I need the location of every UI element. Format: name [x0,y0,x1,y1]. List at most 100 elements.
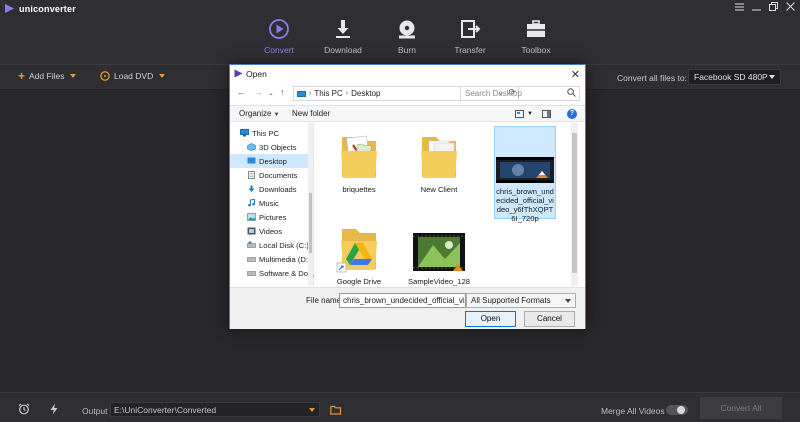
tree-item-desktop[interactable]: Desktop [230,154,314,168]
nav-toolbox[interactable]: Toolbox [504,18,568,55]
organize-button[interactable]: Organize ▼ [239,109,279,118]
file-item-samplevideo[interactable]: SampleVideo_128 [408,219,470,286]
chevron-down-icon[interactable] [70,74,77,78]
file-item-chris-brown-video[interactable]: chris_brown_undecided_official_video_y6f… [494,126,556,223]
tree-item-software-docs[interactable]: Software & Docu [230,266,314,280]
tree-item-label: Software & Docu [259,268,314,278]
chevron-down-icon[interactable] [159,74,166,78]
nav-transfer-label: Transfer [454,45,486,55]
main-nav: Convert Download Burn Transfer Toolbox [0,0,800,64]
tree-item-videos[interactable]: Videos [230,224,314,238]
pc-icon [240,129,249,137]
new-folder-button[interactable]: New folder [292,109,330,118]
navigation-pane: This PC 3D Objects Desktop Documents Dow… [230,123,314,286]
video-thumbnail-icon [496,157,554,183]
file-name: briquettes [342,185,376,194]
merge-all-videos-label: Merge All Videos [601,406,665,416]
nav-download-label: Download [324,45,362,55]
documents-icon [248,171,255,179]
recent-locations-icon[interactable]: ⌄ [268,89,274,97]
tree-item-label: Local Disk (C:) [259,240,309,250]
tree-item-music[interactable]: Music [230,196,314,210]
breadcrumb-desktop[interactable]: Desktop [351,89,380,98]
tree-item-label: Downloads [259,184,297,194]
tree-item-documents[interactable]: Documents [230,168,314,182]
file-item-briquettes[interactable]: briquettes [328,127,390,194]
open-folder-icon[interactable] [330,404,342,416]
convert-all-format-select[interactable]: Facebook SD 480P [688,69,781,85]
nav-download[interactable]: Download [311,18,375,55]
chevron-down-icon [565,299,571,303]
file-type-select[interactable]: All Supported Formats [466,293,576,308]
tree-item-pictures[interactable]: Pictures [230,210,314,224]
downloads-icon [248,185,255,192]
change-view-icon[interactable] [515,110,524,118]
uniconverter-logo-icon [234,69,243,78]
file-name-input[interactable]: chris_brown_undecided_official_vi [339,293,466,308]
pictures-icon [247,213,256,221]
convert-all-format-value: Facebook SD 480P [694,72,768,82]
file-type-value: All Supported Formats [471,296,551,305]
convert-all-label: Convert all files to: [617,73,687,83]
cancel-button[interactable]: Cancel [524,311,575,327]
dialog-body: This PC 3D Objects Desktop Documents Dow… [230,123,585,286]
preview-pane-icon[interactable] [542,110,551,118]
dialog-titlebar: Open ✕ [230,65,585,83]
up-icon[interactable]: ↑ [280,87,285,97]
bottom-bar: Output E:\UniConverter\Converted Merge A… [0,392,800,422]
add-files-button[interactable]: + Add Files [18,69,77,83]
convert-all-button[interactable]: Convert All [700,397,782,419]
file-grid: briquettes New Client chris_brown_undeci… [316,123,578,286]
merge-all-videos-toggle[interactable] [666,405,688,415]
output-path-select[interactable]: E:\UniConverter\Converted [110,402,320,417]
load-dvd-button[interactable]: Load DVD [100,71,166,81]
forward-icon[interactable]: → [254,87,263,97]
open-file-dialog: Open ✕ ← → ⌄ ↑ › This PC › Desktop ⌄ ⟳ S… [229,64,586,329]
lightning-icon[interactable] [48,403,60,415]
this-pc-icon [297,90,306,97]
organize-label: Organize [239,109,272,118]
nav-toolbox-label: Toolbox [521,45,551,55]
nav-burn[interactable]: Burn [375,18,439,55]
dialog-title: Open [246,69,267,79]
toolbox-icon [527,20,545,37]
back-icon[interactable]: ← [237,87,246,97]
tree-item-3d-objects[interactable]: 3D Objects [230,140,314,154]
drive-icon [247,271,256,276]
add-files-label: Add Files [29,71,65,81]
tree-item-label: Pictures [259,212,287,222]
breadcrumb-this-pc[interactable]: This PC [314,89,342,98]
search-placeholder: Search Desktop [465,89,522,98]
tree-item-multimedia-d[interactable]: Multimedia (D:) [230,252,314,266]
tree-item-this-pc[interactable]: This PC [230,126,314,140]
toggle-knob [677,406,685,414]
transfer-icon [461,20,481,38]
output-label: Output [82,406,108,416]
nav-transfer[interactable]: Transfer [438,18,502,55]
alarm-clock-icon[interactable] [18,403,30,415]
navigation-scrollbar[interactable] [308,123,313,286]
open-button[interactable]: Open [465,311,516,327]
nav-convert[interactable]: Convert [247,18,311,55]
tree-item-label: This PC [252,128,280,138]
videos-icon [247,227,256,235]
scrollbar-thumb[interactable] [572,133,577,273]
chevron-down-icon [309,408,315,412]
convert-icon [269,19,289,39]
tree-item-label: Desktop [259,156,287,166]
file-grid-scrollbar[interactable] [571,123,578,286]
file-item-google-drive[interactable]: Google Drive [328,219,390,286]
scrollbar-thumb[interactable] [309,193,312,253]
command-bar: Organize ▼ New folder ▼ ? [230,105,585,122]
dialog-close-icon[interactable]: ✕ [571,68,580,81]
tree-item-local-disk-c[interactable]: Local Disk (C:) [230,238,314,252]
search-input[interactable]: Search Desktop [460,86,580,101]
tree-item-downloads[interactable]: Downloads [230,182,314,196]
chevron-right-icon: › [345,90,349,97]
help-icon[interactable]: ? [567,109,577,119]
drive-icon [247,241,256,248]
file-item-new-client[interactable]: New Client [408,127,470,194]
search-icon [567,88,576,97]
plus-icon: + [18,69,26,83]
view-options-icon[interactable]: ▼ [527,111,533,117]
